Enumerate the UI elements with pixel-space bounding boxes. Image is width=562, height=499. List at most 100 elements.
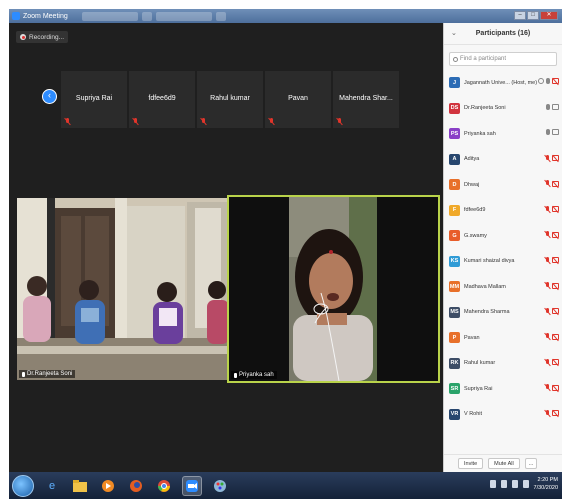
taskbar-clock[interactable]: 2:20 PM 7/30/2020 bbox=[534, 476, 558, 492]
zoom-app-icon bbox=[12, 12, 20, 20]
mic-icon[interactable] bbox=[546, 103, 550, 110]
participant-row[interactable]: D Dhwaj bbox=[444, 172, 562, 198]
participant-row[interactable]: RK Rahul kumar bbox=[444, 351, 562, 377]
participant-thumbnail[interactable]: Mahendra Shar... bbox=[333, 71, 399, 128]
mic-muted-icon[interactable] bbox=[544, 205, 550, 213]
mic-muted-icon[interactable] bbox=[544, 180, 550, 187]
mic-muted-icon bbox=[336, 118, 342, 125]
firefox-icon[interactable] bbox=[126, 476, 146, 496]
video-camera-icon[interactable] bbox=[552, 129, 559, 135]
participant-row[interactable]: SR Supriya Rai bbox=[444, 376, 562, 402]
file-explorer-icon[interactable] bbox=[70, 476, 90, 496]
participant-row[interactable]: MS Mahendra Sharma bbox=[444, 300, 562, 326]
mic-muted-icon[interactable] bbox=[544, 384, 550, 391]
participant-row[interactable]: PS Priyanka sah bbox=[444, 121, 562, 147]
active-speaker-tile[interactable]: Priyanka sah bbox=[227, 195, 440, 383]
mic-muted-icon[interactable] bbox=[544, 307, 550, 315]
video-off-icon[interactable] bbox=[552, 308, 559, 314]
mic-muted-icon[interactable] bbox=[544, 231, 550, 238]
participant-status-icons bbox=[546, 129, 559, 135]
classroom-video-feed bbox=[17, 198, 227, 380]
video-off-icon[interactable] bbox=[552, 359, 559, 365]
start-button[interactable] bbox=[12, 474, 34, 497]
video-off-icon[interactable] bbox=[552, 78, 559, 84]
chevron-down-icon[interactable]: ⌄ bbox=[451, 29, 457, 37]
chrome-icon[interactable] bbox=[154, 476, 174, 496]
window-controls: – □ ✕ bbox=[514, 11, 558, 20]
participant-name: Madhava Mallam bbox=[464, 283, 506, 290]
video-off-icon[interactable] bbox=[552, 410, 559, 416]
mic-icon[interactable] bbox=[546, 78, 550, 84]
mute-all-button[interactable]: Mute All bbox=[488, 458, 520, 469]
media-player-icon[interactable] bbox=[98, 476, 118, 496]
more-options-button[interactable]: ... bbox=[524, 458, 538, 469]
participant-row[interactable]: J Jagannath Unive... (Host, me) bbox=[444, 70, 562, 96]
mic-icon[interactable] bbox=[546, 129, 550, 135]
previous-page-button[interactable]: ‹ bbox=[42, 89, 57, 104]
maximize-button[interactable]: □ bbox=[527, 11, 539, 20]
participant-name: fdfee6d9 bbox=[464, 207, 486, 214]
blurred-tab[interactable] bbox=[155, 11, 212, 21]
participant-row[interactable]: P Pavan bbox=[444, 325, 562, 351]
blurred-tab[interactable] bbox=[81, 11, 138, 21]
internet-explorer-icon[interactable]: e bbox=[42, 476, 62, 496]
participants-header: ⌄ Participants (16) bbox=[444, 23, 562, 45]
clock-date: 7/30/2020 bbox=[533, 485, 558, 491]
participant-name: Priyanka sah bbox=[464, 130, 496, 137]
blurred-tab[interactable] bbox=[141, 11, 152, 21]
mic-muted-icon[interactable] bbox=[544, 409, 550, 417]
volume-icon[interactable] bbox=[522, 480, 529, 488]
window-title: Zoom Meeting bbox=[12, 12, 68, 20]
participant-row[interactable]: DS Dr.Ranjeeta Soni bbox=[444, 96, 562, 122]
participant-name: Mahendra Sharma bbox=[464, 309, 510, 316]
tray-arrow-icon[interactable] bbox=[489, 480, 496, 488]
network-icon[interactable] bbox=[511, 480, 518, 488]
participant-row[interactable]: VR V Rohit bbox=[444, 402, 562, 428]
mic-muted-icon[interactable] bbox=[544, 282, 550, 289]
flag-icon[interactable] bbox=[500, 480, 507, 488]
close-button[interactable]: ✕ bbox=[540, 11, 558, 20]
minimize-button[interactable]: – bbox=[514, 11, 526, 20]
video-off-icon[interactable] bbox=[552, 206, 559, 212]
clock-time: 2:20 PM bbox=[537, 477, 558, 483]
participant-name: Pavan bbox=[464, 334, 480, 341]
video-camera-icon[interactable] bbox=[552, 103, 559, 110]
participant-name: Jagannath Unive... (Host, me) bbox=[464, 79, 538, 86]
participant-row[interactable]: MM Madhava Mallam bbox=[444, 274, 562, 300]
avatar: D bbox=[449, 179, 460, 191]
mic-muted-icon[interactable] bbox=[544, 333, 550, 340]
invite-button[interactable]: Invite bbox=[458, 458, 484, 469]
zoom-taskbar-icon[interactable] bbox=[182, 475, 202, 496]
video-off-icon[interactable] bbox=[552, 155, 559, 161]
participant-thumbnail[interactable]: fdfee6d9 bbox=[129, 71, 195, 128]
video-off-icon[interactable] bbox=[552, 257, 559, 263]
video-off-icon[interactable] bbox=[552, 384, 559, 391]
participant-row[interactable]: A Aditya bbox=[444, 147, 562, 173]
participant-thumbnail[interactable]: Supriya Rai bbox=[61, 71, 127, 128]
participant-row[interactable]: Ffdfee6d9 bbox=[444, 198, 562, 224]
video-off-icon[interactable] bbox=[552, 231, 559, 238]
participant-thumbnail[interactable]: Pavan bbox=[265, 71, 331, 128]
blurred-tab[interactable] bbox=[215, 11, 226, 21]
window-title-bar: Zoom Meeting – □ ✕ bbox=[9, 9, 562, 23]
participant-search[interactable]: Find a participant bbox=[449, 52, 557, 66]
video-name-label: Dr.Ranjeeta Soni bbox=[19, 370, 76, 378]
recording-indicator[interactable]: Recording... bbox=[16, 31, 69, 43]
participant-row[interactable]: KS Kumari shaizal divya bbox=[444, 249, 562, 275]
participant-name: G.swamy bbox=[464, 232, 487, 239]
participant-status-icons bbox=[544, 333, 559, 340]
participant-row[interactable]: G G.swamy bbox=[444, 223, 562, 249]
participant-thumbnail[interactable]: Rahul kumar bbox=[197, 71, 263, 128]
participant-status-icons bbox=[544, 384, 559, 391]
video-off-icon[interactable] bbox=[552, 180, 559, 187]
participant-status-icons bbox=[544, 154, 559, 162]
video-off-icon[interactable] bbox=[552, 282, 559, 289]
mic-muted-icon bbox=[64, 118, 70, 125]
avatar: PS bbox=[449, 128, 460, 140]
paint-icon[interactable] bbox=[210, 476, 230, 496]
mic-muted-icon[interactable] bbox=[544, 358, 550, 366]
mic-muted-icon[interactable] bbox=[544, 256, 550, 264]
video-tile[interactable]: Dr.Ranjeeta Soni bbox=[17, 198, 227, 380]
video-off-icon[interactable] bbox=[552, 333, 559, 340]
mic-muted-icon[interactable] bbox=[544, 154, 550, 162]
